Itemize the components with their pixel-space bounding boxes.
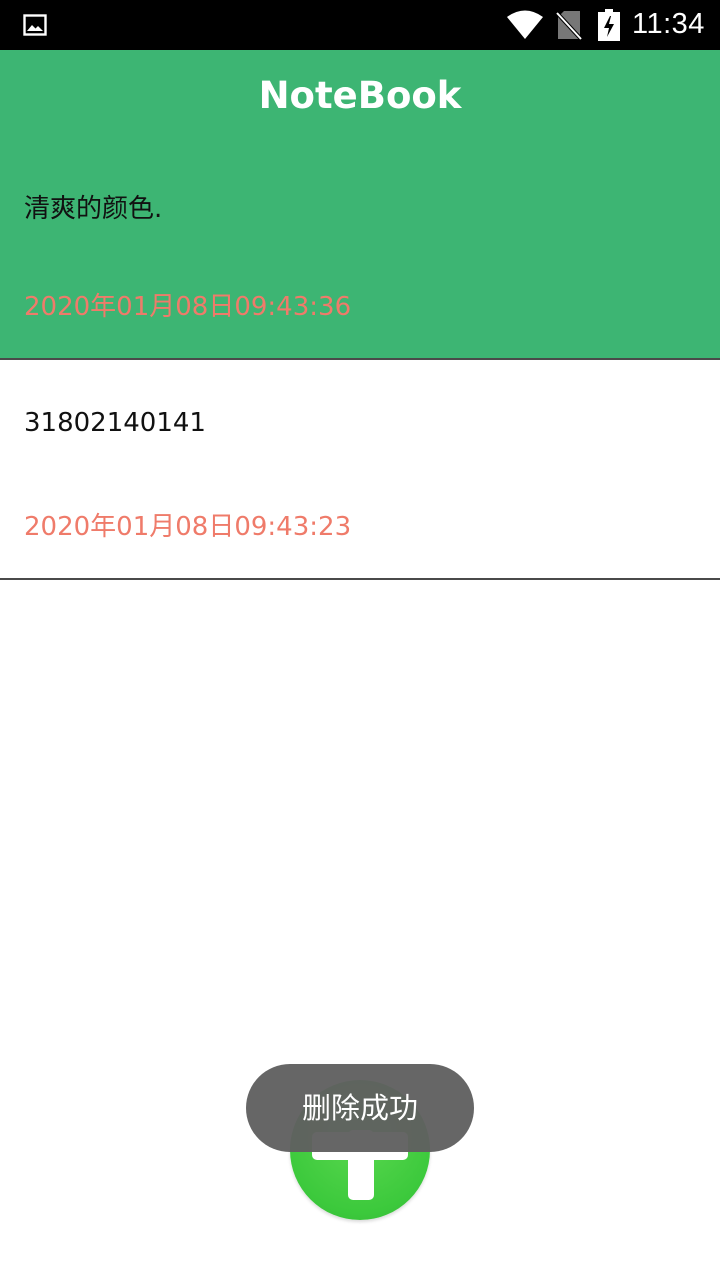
note-text: 31802140141 bbox=[24, 408, 206, 438]
status-time: 11:34 bbox=[632, 8, 705, 40]
note-text: 清爽的颜色. bbox=[24, 194, 163, 224]
gallery-icon bbox=[23, 14, 47, 36]
status-bar: 11:34 bbox=[0, 0, 720, 50]
note-item[interactable]: 清爽的颜色. 2020年01月08日09:43:36 bbox=[0, 146, 720, 360]
app-bar: NoteBook bbox=[0, 50, 720, 146]
app-title: NoteBook bbox=[258, 74, 462, 117]
note-list: 清爽的颜色. 2020年01月08日09:43:36 31802140141 2… bbox=[0, 146, 720, 580]
wifi-icon bbox=[507, 10, 543, 39]
no-sim-icon bbox=[556, 11, 582, 40]
toast-message: 删除成功 bbox=[246, 1064, 474, 1152]
battery-charging-icon bbox=[598, 9, 620, 41]
note-date: 2020年01月08日09:43:36 bbox=[24, 292, 352, 322]
note-date: 2020年01月08日09:43:23 bbox=[24, 512, 352, 542]
note-item[interactable]: 31802140141 2020年01月08日09:43:23 bbox=[0, 360, 720, 580]
